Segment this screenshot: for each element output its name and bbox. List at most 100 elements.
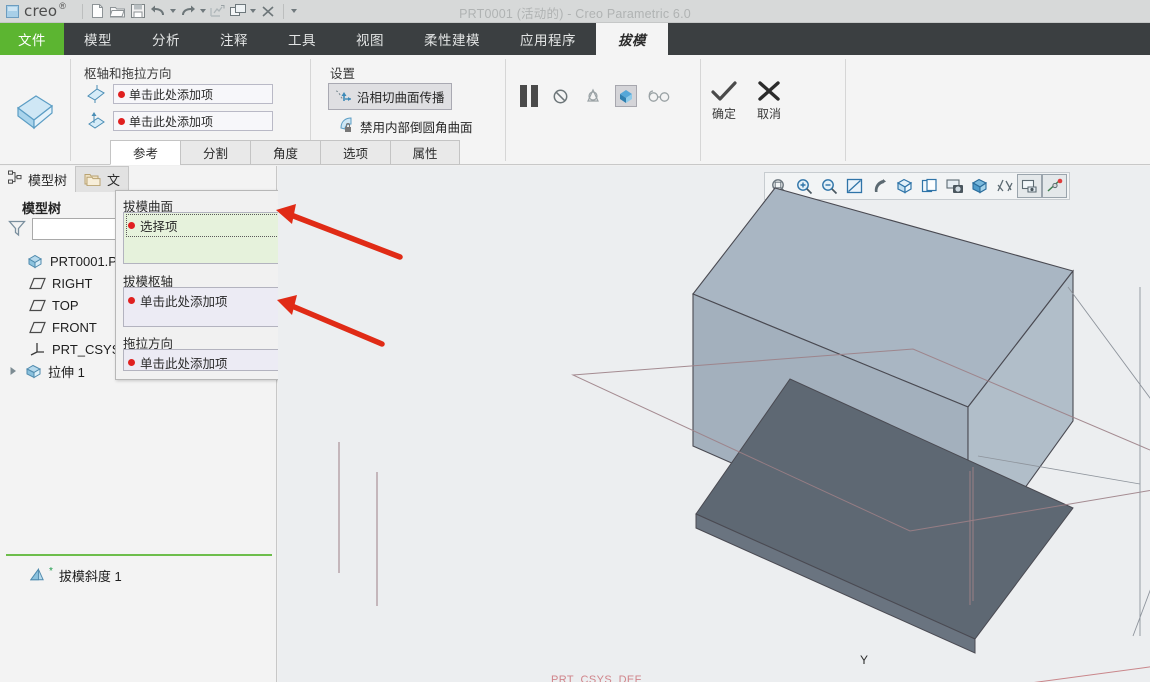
tab-model[interactable]: 模型 [64, 23, 132, 55]
tab-view[interactable]: 视图 [336, 23, 404, 55]
x-axis-line [1034, 666, 1150, 682]
divider [700, 59, 701, 161]
divider [282, 3, 284, 19]
required-indicator-icon [128, 222, 135, 229]
title-bar: creo ® PRT0001 (活动的) - Creo Parametric 6… [0, 0, 1150, 23]
datum-plane-icon [28, 299, 46, 312]
draft-surface-field[interactable]: 单击此处添加项 [113, 84, 273, 104]
cancel-label: 取消 [756, 107, 781, 121]
cancel-feature-button[interactable] [549, 85, 571, 107]
model-tree-filter-row [8, 218, 124, 240]
checkmark-icon [711, 81, 737, 101]
cancel-button[interactable]: 取消 [756, 79, 782, 122]
dashboard-icon-strip [520, 85, 670, 107]
glasses-preview-button[interactable] [648, 85, 670, 107]
in-progress-marker: * [49, 565, 53, 577]
navigator-tab-folder-browser[interactable]: 文 [75, 166, 130, 192]
coordinate-system-icon [28, 342, 46, 356]
preview-button[interactable] [615, 85, 637, 107]
datum-plane-line [1067, 286, 1150, 399]
tab-applications[interactable]: 应用程序 [500, 23, 596, 55]
draft-feature-icon [8, 77, 62, 139]
filter-funnel-icon[interactable] [8, 219, 26, 240]
draft-hinge-collector-value: 单击此处添加项 [140, 295, 228, 309]
required-indicator-icon [118, 90, 125, 98]
pull-direction-collector-value: 单击此处添加项 [140, 357, 228, 371]
redo-dropdown-arrow[interactable] [198, 2, 208, 21]
dialog-tab-options[interactable]: 选项 [320, 140, 390, 165]
confirm-label: 确定 [711, 107, 736, 121]
undo-button[interactable] [148, 2, 168, 21]
folder-browser-icon [84, 171, 102, 189]
x-mark-icon [758, 81, 780, 101]
tab-annotate[interactable]: 注释 [200, 23, 268, 55]
divider [505, 59, 506, 161]
tab-flexible-modeling[interactable]: 柔性建模 [404, 23, 500, 55]
pause-icon [520, 85, 527, 107]
required-indicator-icon [118, 117, 125, 125]
datum-plane-icon [28, 277, 46, 290]
group-title-settings: 设置 [330, 67, 356, 81]
csys-name-label: PRT_CSYS_DEF [551, 674, 642, 682]
confirm-cancel-group: 确定 取消 [710, 79, 782, 122]
tab-file[interactable]: 文件 [0, 23, 64, 55]
draft-hinge-collector[interactable]: 单击此处添加项 [123, 287, 288, 327]
navigator-tab-folder-browser-label: 文 [107, 173, 121, 188]
tree-item-draft-feature[interactable]: * 拔模斜度 1 [6, 564, 274, 586]
confirm-button[interactable]: 确定 [710, 79, 738, 122]
tree-expander-icon[interactable] [8, 366, 18, 376]
insert-position-indicator [6, 554, 272, 556]
disable-fillet-icon [338, 116, 355, 136]
ribbon-panel: 枢轴和拖拉方向 单击此处添加项 单击此处添加项 设置 沿相切曲面传播 禁用内部倒… [0, 55, 1150, 165]
pull-direction-collector-icon [84, 110, 108, 132]
model-tree-filter-input[interactable] [32, 218, 124, 240]
quick-access-toolbar [77, 0, 299, 23]
regenerate-button[interactable] [208, 2, 228, 21]
model-tree-icon [8, 170, 23, 188]
customize-qat-dropdown-arrow[interactable] [289, 2, 299, 21]
required-indicator-icon [128, 297, 135, 304]
close-window-button[interactable] [258, 2, 278, 21]
draft-surface-collector[interactable]: 选择项 [123, 212, 288, 264]
navigator-tab-model-tree[interactable]: 模型树 [0, 166, 75, 192]
datum-plane-icon [28, 321, 46, 334]
extrude-icon [24, 364, 42, 379]
ribbon-collector-draft-surface[interactable]: 单击此处添加项 [84, 83, 273, 105]
save-button[interactable] [128, 2, 148, 21]
divider [70, 59, 71, 161]
redo-button[interactable] [178, 2, 198, 21]
window-dropdown-arrow[interactable] [248, 2, 258, 21]
dialog-tab-references[interactable]: 参考 [110, 140, 180, 165]
creo-brand-text: creo [24, 2, 58, 20]
model-tree-header: 模型树 [22, 201, 62, 216]
tree-item-label: 拔模斜度 1 [58, 568, 122, 584]
undo-dropdown-arrow[interactable] [168, 2, 178, 21]
pause-icon [531, 85, 538, 107]
pull-direction-field[interactable]: 单击此处添加项 [113, 111, 273, 131]
disable-internal-fillet-button[interactable]: 禁用内部倒圆角曲面 [332, 113, 479, 139]
tree-item-label: TOP [52, 297, 79, 313]
propagate-tangent-label: 沿相切曲面传播 [357, 91, 445, 105]
window-button[interactable] [228, 2, 248, 21]
tab-tools[interactable]: 工具 [268, 23, 336, 55]
propagate-tangent-button[interactable]: 沿相切曲面传播 [328, 83, 452, 110]
graphics-window[interactable]: Y X Z PRT_CSYS_DEF [278, 166, 1150, 682]
ribbon-tab-bar: 文件 模型 分析 注释 工具 视图 柔性建模 应用程序 拔模 [0, 23, 1150, 55]
new-file-button[interactable] [88, 2, 108, 21]
navigator-tab-model-tree-label: 模型树 [28, 172, 68, 188]
pull-direction-collector[interactable]: 单击此处添加项 [123, 349, 288, 371]
disable-fillet-label: 禁用内部倒圆角曲面 [360, 120, 473, 135]
tab-analysis[interactable]: 分析 [132, 23, 200, 55]
propagate-tangent-icon [335, 87, 352, 106]
geometry-check-button[interactable] [582, 85, 604, 107]
pause-button[interactable] [520, 85, 538, 107]
tab-draft[interactable]: 拔模 [596, 23, 668, 55]
ribbon-collector-pull-direction[interactable]: 单击此处添加项 [84, 110, 273, 132]
dialog-tab-properties[interactable]: 属性 [390, 140, 460, 165]
model-3d-view[interactable] [278, 166, 1150, 682]
registered-mark: ® [59, 1, 66, 11]
dialog-tab-split[interactable]: 分割 [180, 140, 250, 165]
dialog-tab-angle[interactable]: 角度 [250, 140, 320, 165]
open-file-button[interactable] [108, 2, 128, 21]
draft-surface-field-value: 单击此处添加项 [129, 87, 214, 102]
